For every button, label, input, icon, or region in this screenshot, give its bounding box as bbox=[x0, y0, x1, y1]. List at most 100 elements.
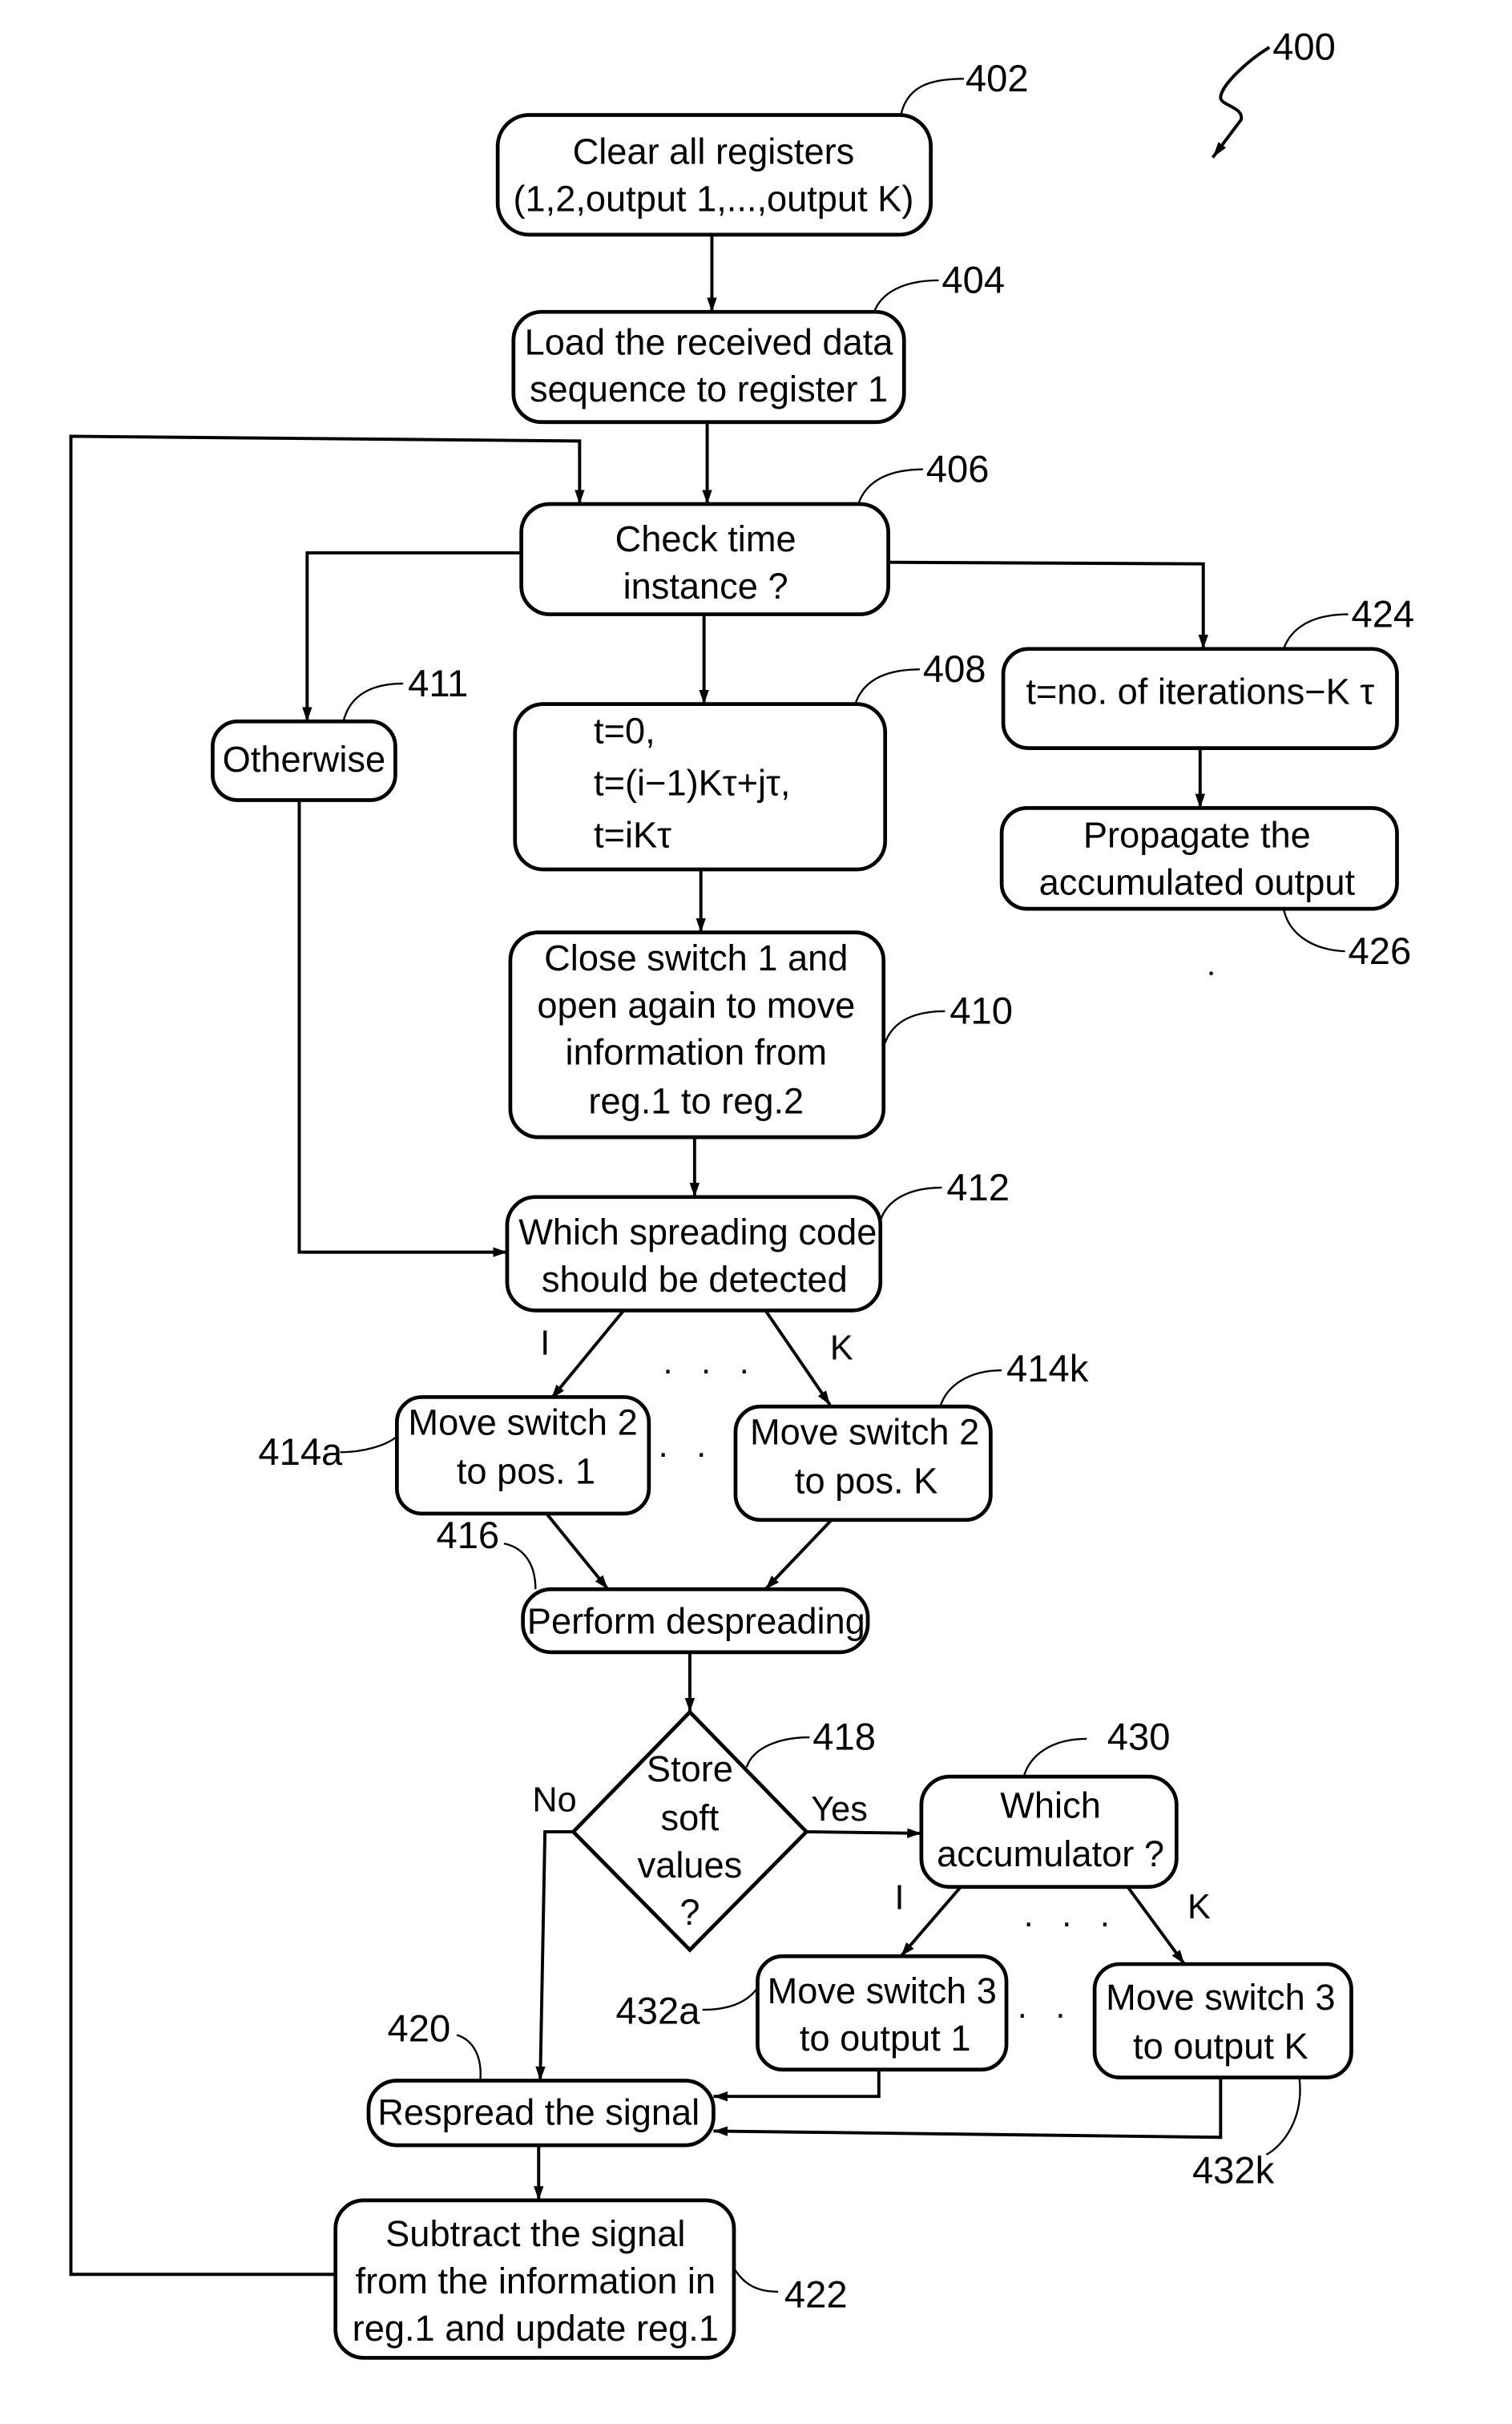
svg-text:accumulator ?: accumulator ? bbox=[937, 1833, 1164, 1874]
svg-text:instance ?: instance ? bbox=[623, 566, 788, 607]
edge-406-424 bbox=[888, 560, 1208, 649]
ref-408: 408 bbox=[923, 647, 986, 690]
node-418-store-soft-values: Store soft values ? bbox=[571, 1709, 809, 1953]
ellipsis-acc-top: . . . bbox=[1024, 1896, 1119, 1934]
node-410-close-switch-1: Close switch 1 and open again to move in… bbox=[508, 930, 886, 1139]
ref-412: 412 bbox=[946, 1166, 1010, 1208]
edge-432a-420 bbox=[713, 2069, 881, 2102]
svg-text:reg.1 and update reg.1: reg.1 and update reg.1 bbox=[353, 2308, 719, 2349]
svg-text:Propagate the: Propagate the bbox=[1083, 814, 1311, 855]
node-432k-move-switch-3-output-k: Move switch 3 to output K bbox=[1092, 1962, 1353, 2079]
svg-text:Close switch 1 and: Close switch 1 and bbox=[544, 938, 848, 978]
svg-text:from the information in: from the information in bbox=[356, 2261, 716, 2301]
edge-414k-416 bbox=[764, 1519, 833, 1591]
leader-424 bbox=[1282, 613, 1349, 650]
svg-text:accumulated output: accumulated output bbox=[1039, 861, 1356, 902]
leader-426 bbox=[1282, 908, 1345, 953]
leader-418 bbox=[745, 1736, 810, 1768]
svg-text:Move switch 2: Move switch 2 bbox=[408, 1402, 637, 1443]
svg-text:to output K: to output K bbox=[1133, 2026, 1308, 2067]
leader-432a bbox=[702, 1986, 759, 2011]
leader-404 bbox=[873, 279, 939, 313]
edge-label-yes: Yes bbox=[811, 1790, 868, 1829]
ref-426: 426 bbox=[1349, 930, 1412, 972]
edge-label-acc-1: I bbox=[894, 1878, 904, 1917]
ref-418: 418 bbox=[812, 1716, 876, 1758]
figure-ref-400: 400 bbox=[1272, 26, 1336, 68]
leader-408 bbox=[854, 668, 920, 704]
svg-text:sequence to register 1: sequence to register 1 bbox=[530, 369, 888, 409]
node-426-propagate: Propagate the accumulated output bbox=[999, 805, 1399, 911]
ref-420: 420 bbox=[388, 2007, 451, 2049]
leader-416 bbox=[503, 1543, 537, 1590]
leader-422 bbox=[732, 2267, 779, 2293]
edge-label-code-1: I bbox=[540, 1324, 550, 1362]
node-411-otherwise: Otherwise bbox=[211, 719, 397, 802]
leader-414k bbox=[939, 1369, 1002, 1407]
svg-text:Otherwise: Otherwise bbox=[223, 739, 385, 780]
edge-411-412 bbox=[297, 800, 507, 1257]
edge-418-no-420 bbox=[535, 1829, 574, 2081]
figure-ref-arrow bbox=[1211, 46, 1271, 159]
node-430-which-accumulator: Which accumulator ? bbox=[919, 1774, 1179, 1890]
leader-402 bbox=[900, 78, 964, 115]
edge-label-acc-k: K bbox=[1187, 1888, 1211, 1926]
node-432a-move-switch-3-output-1: Move switch 3 to output 1 bbox=[756, 1954, 1009, 2072]
leader-412 bbox=[879, 1186, 942, 1221]
leader-420 bbox=[456, 2034, 482, 2079]
ref-432k: 432k bbox=[1192, 2148, 1275, 2191]
svg-text:Respread the signal: Respread the signal bbox=[377, 2092, 700, 2133]
flowchart-400: 400 Clear all registers (1,2,output 1,..… bbox=[69, 26, 1414, 2360]
svg-text:reg.1 to reg.2: reg.1 to reg.2 bbox=[588, 1081, 804, 1122]
ref-414a: 414a bbox=[258, 1430, 343, 1473]
node-424-iterations: t=no. of iterations−K τ bbox=[1001, 647, 1399, 751]
leader-414a bbox=[340, 1435, 398, 1454]
svg-text:Which: Which bbox=[1000, 1785, 1101, 1825]
leader-432k bbox=[1265, 2077, 1301, 2156]
ref-422: 422 bbox=[784, 2273, 848, 2316]
svg-text:Load the received data: Load the received data bbox=[525, 321, 894, 362]
svg-text:Which spreading code: Which spreading code bbox=[518, 1212, 877, 1252]
svg-text:Move switch 3: Move switch 3 bbox=[768, 1970, 997, 2011]
node-420-respread-signal: Respread the signal bbox=[366, 2079, 716, 2148]
ref-402: 402 bbox=[966, 57, 1029, 99]
leader-411 bbox=[342, 682, 404, 722]
leader-430 bbox=[1022, 1737, 1087, 1777]
edge-414a-416 bbox=[545, 1512, 610, 1591]
svg-text:Move switch 2: Move switch 2 bbox=[750, 1411, 979, 1452]
svg-text:Check time: Check time bbox=[615, 518, 796, 559]
ref-406: 406 bbox=[926, 447, 990, 490]
stray-dot bbox=[1209, 971, 1213, 976]
edge-label-code-k: K bbox=[830, 1329, 853, 1367]
ref-410: 410 bbox=[950, 990, 1013, 1032]
svg-text:Subtract the signal: Subtract the signal bbox=[385, 2213, 685, 2254]
node-422-subtract-signal: Subtract the signal from the information… bbox=[333, 2198, 736, 2360]
svg-text:t=0,: t=0, bbox=[594, 711, 655, 752]
edge-418-yes-430 bbox=[806, 1828, 921, 1838]
ref-411: 411 bbox=[408, 662, 468, 704]
svg-text:to pos. K: to pos. K bbox=[795, 1460, 937, 1501]
svg-text:Perform despreading: Perform despreading bbox=[527, 1600, 865, 1641]
ref-404: 404 bbox=[941, 259, 1005, 301]
node-414k-move-switch-2-pos-k: Move switch 2 to pos. K bbox=[733, 1404, 993, 1523]
edge-430-432k bbox=[1126, 1886, 1186, 1966]
svg-text:Store: Store bbox=[647, 1748, 733, 1789]
node-404-load-data: Load the received data sequence to regis… bbox=[511, 309, 906, 425]
svg-text:t=(i−1)Kτ+jτ,: t=(i−1)Kτ+jτ, bbox=[594, 763, 790, 804]
svg-text:open again to move: open again to move bbox=[537, 985, 855, 1026]
svg-text:Clear all registers: Clear all registers bbox=[573, 131, 855, 171]
ref-430: 430 bbox=[1107, 1716, 1171, 1758]
svg-text:to output 1: to output 1 bbox=[800, 2018, 971, 2059]
edge-412-414k bbox=[764, 1309, 832, 1406]
leader-410 bbox=[882, 1010, 946, 1048]
node-406-check-time: Check time instance ? bbox=[519, 502, 890, 616]
svg-text:t=no. of iterations−K τ: t=no. of iterations−K τ bbox=[1026, 672, 1374, 712]
svg-text:information from: information from bbox=[566, 1032, 827, 1073]
node-412-which-code: Which spreading code should be detected bbox=[505, 1195, 883, 1313]
edge-432k-420 bbox=[713, 2077, 1223, 2140]
svg-text:should be detected: should be detected bbox=[542, 1259, 848, 1300]
ref-432a: 432a bbox=[616, 1990, 701, 2032]
edge-430-432a bbox=[899, 1886, 962, 1958]
ellipsis-codes-top: . . . bbox=[663, 1343, 759, 1381]
ref-414k: 414k bbox=[1006, 1347, 1089, 1389]
